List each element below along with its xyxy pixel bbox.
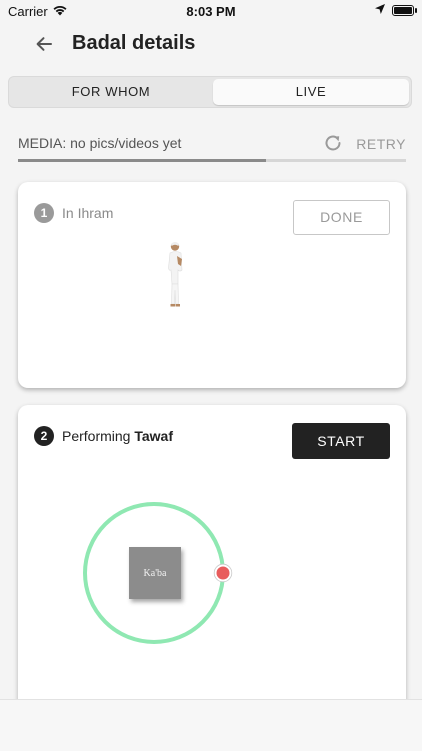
location-arrow-icon <box>374 3 386 18</box>
step-number-badge: 2 <box>34 426 54 446</box>
upload-progress-fill <box>18 159 267 162</box>
clock: 8:03 PM <box>186 4 236 19</box>
status-bar: Carrier 8:03 PM <box>0 0 422 22</box>
start-button[interactable]: START <box>292 423 390 459</box>
tawaf-orbit-diagram: Ka'ba <box>83 502 233 644</box>
page-title: Badal details <box>72 32 196 54</box>
battery-tip <box>415 8 417 13</box>
pilgrim-position-marker <box>214 564 232 582</box>
upload-progress-bar <box>18 159 406 162</box>
step-title-prefix: Performing <box>62 428 135 444</box>
media-status-row: MEDIA: no pics/videos yet RETRY <box>18 132 406 156</box>
tab-live[interactable]: LIVE <box>213 79 409 105</box>
step-number-badge: 1 <box>34 203 54 223</box>
retry-button[interactable]: RETRY <box>356 136 406 152</box>
app-header: Badal details <box>0 22 422 66</box>
kaaba-label: Ka'ba <box>144 568 167 579</box>
arrow-left-icon <box>36 37 52 51</box>
battery-icon <box>392 5 414 16</box>
step-card-ihram: 1 In Ihram DONE <box>18 182 406 388</box>
segmented-tabs: FOR WHOM LIVE <box>8 76 412 108</box>
refresh-icon[interactable] <box>322 132 344 154</box>
media-status-text: MEDIA: no pics/videos yet <box>18 135 182 151</box>
bottom-toolbar <box>0 699 422 751</box>
done-button[interactable]: DONE <box>293 200 390 235</box>
pilgrim-in-ihram-illustration <box>168 242 183 307</box>
step-title: In Ihram <box>62 205 114 221</box>
tab-for-whom[interactable]: FOR WHOM <box>11 79 211 105</box>
back-button[interactable] <box>30 30 58 58</box>
step-title-ritual: Tawaf <box>134 428 173 444</box>
step-title: Performing Tawaf <box>62 428 173 444</box>
